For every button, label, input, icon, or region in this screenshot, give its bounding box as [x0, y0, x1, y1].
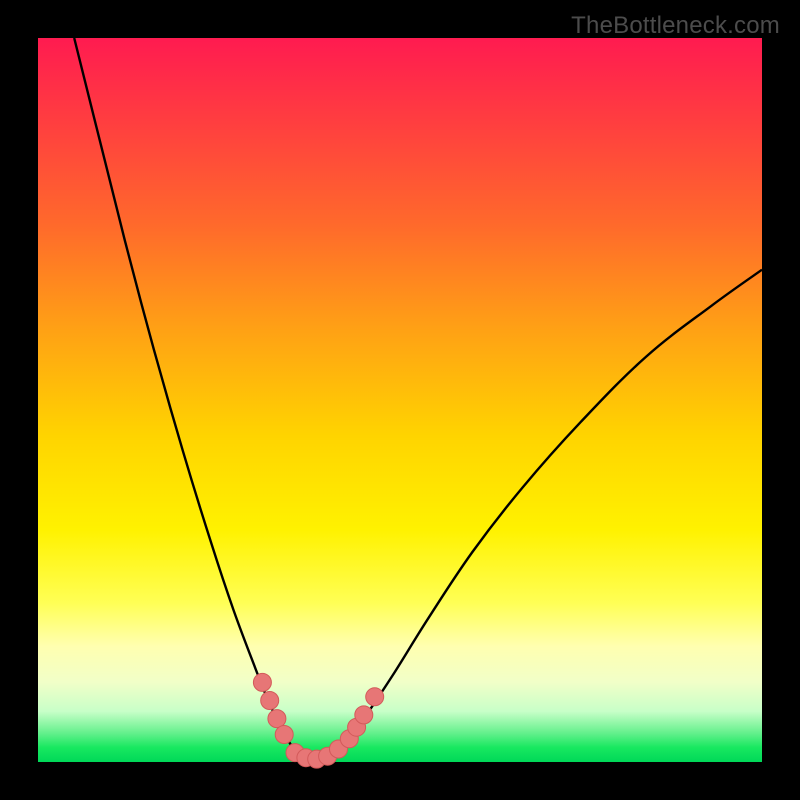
- right-marker-5: [366, 688, 384, 706]
- left-curve: [74, 38, 306, 762]
- left-marker-4: [275, 726, 293, 744]
- left-marker-2: [261, 692, 279, 710]
- right-marker-4: [355, 706, 373, 724]
- markers-group: [253, 673, 383, 768]
- chart-frame: TheBottleneck.com: [0, 0, 800, 800]
- plot-area: [38, 38, 762, 762]
- watermark-label: TheBottleneck.com: [571, 12, 780, 40]
- right-curve: [328, 270, 762, 762]
- chart-svg: [38, 38, 762, 762]
- left-marker-1: [253, 673, 271, 691]
- left-marker-3: [268, 710, 286, 728]
